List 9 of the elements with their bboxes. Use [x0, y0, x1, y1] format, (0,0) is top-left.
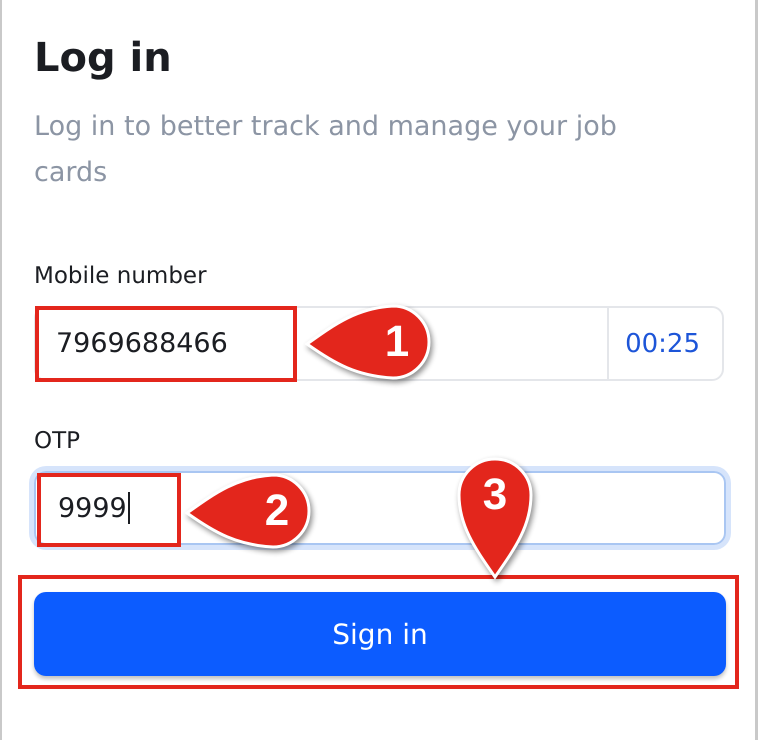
field-label: Mobile number: [34, 262, 207, 291]
field-label: OTP: [34, 427, 80, 456]
page-subtitle: Log in to better track and manage your job cards: [34, 110, 618, 190]
sign-in-button[interactable]: Sign in: [34, 592, 726, 676]
text-cursor: [128, 492, 130, 524]
otp-value: 9999: [58, 492, 127, 524]
page-title: Log in: [34, 34, 173, 82]
countdown-timer: 00:25: [607, 308, 722, 379]
phone-number-value: 7969688466: [56, 326, 228, 360]
